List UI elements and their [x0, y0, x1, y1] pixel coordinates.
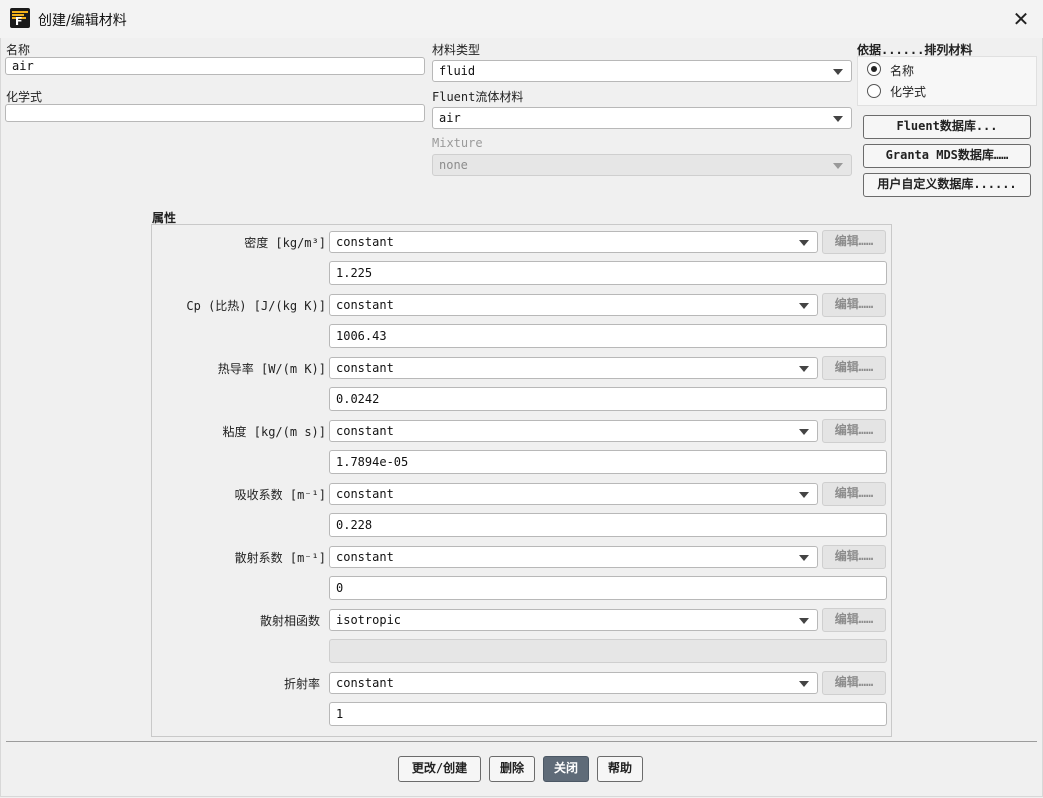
granta-database-button[interactable]: Granta MDS数据库…… [863, 144, 1031, 168]
chevron-down-icon [799, 429, 809, 435]
viscosity-method-select[interactable]: constant [329, 420, 818, 442]
sort-by-name-radio[interactable] [867, 62, 881, 76]
scattering-phase-function-edit-button: 编辑…… [822, 608, 886, 632]
density-method: constant [336, 235, 394, 249]
cp-edit-button: 编辑…… [822, 293, 886, 317]
mixture-label: Mixture [432, 136, 483, 150]
chevron-down-icon [799, 492, 809, 498]
delete-button[interactable]: 删除 [489, 756, 535, 782]
scattering-coefficient-label: 散射系数 [m⁻¹] [234, 551, 326, 565]
viscosity-edit-button: 编辑…… [822, 419, 886, 443]
absorption-coefficient-value-input[interactable]: 0.228 [329, 513, 887, 537]
refractive-index-value-input[interactable]: 1 [329, 702, 887, 726]
chevron-down-icon [799, 681, 809, 687]
mixture-select: none [432, 154, 852, 176]
density-label: 密度 [kg/m³] [244, 236, 326, 250]
chevron-down-icon [799, 303, 809, 309]
close-button[interactable]: 关闭 [543, 756, 589, 782]
material-type-label: 材料类型 [432, 43, 481, 57]
absorption-coefficient-method: constant [336, 487, 394, 501]
scattering-coefficient-value-input[interactable]: 0 [329, 576, 887, 600]
scattering-coefficient-method-select[interactable]: constant [329, 546, 818, 568]
sort-by-formula-radio[interactable] [867, 84, 881, 98]
refractive-index-method: constant [336, 676, 394, 690]
refractive-index-method-select[interactable]: constant [329, 672, 818, 694]
refractive-index-label: 折射率 [283, 677, 320, 691]
help-button[interactable]: 帮助 [597, 756, 643, 782]
chevron-down-icon [833, 69, 843, 75]
name-input[interactable]: air [5, 57, 425, 75]
fluent-app-icon: F [10, 8, 30, 28]
material-type-value: fluid [439, 64, 476, 78]
chevron-down-icon [799, 618, 809, 624]
viscosity-label: 粘度 [kg/(m s)] [222, 425, 326, 439]
name-label: 名称 [6, 43, 31, 57]
fluent-material-label: Fluent流体材料 [432, 90, 524, 104]
thermal-conductivity-edit-button: 编辑…… [822, 356, 886, 380]
radio-selected-dot [871, 66, 877, 72]
thermal-conductivity-method-select[interactable]: constant [329, 357, 818, 379]
cp-value-input[interactable]: 1006.43 [329, 324, 887, 348]
mixture-value: none [439, 158, 468, 172]
fluent-material-select[interactable]: air [432, 107, 852, 129]
material-type-select[interactable]: fluid [432, 60, 852, 82]
scattering-coefficient-edit-button: 编辑…… [822, 545, 886, 569]
formula-input[interactable] [5, 104, 425, 122]
window-title: 创建/编辑材料 [38, 13, 127, 29]
scattering-coefficient-method: constant [336, 550, 394, 564]
close-icon[interactable]: ✕ [1008, 6, 1034, 32]
thermal-conductivity-label: 热导率 [W/(m K)] [217, 362, 326, 376]
viscosity-method: constant [336, 424, 394, 438]
absorption-coefficient-edit-button: 编辑…… [822, 482, 886, 506]
scattering-phase-function-value-input [329, 639, 887, 663]
fluent-database-button[interactable]: Fluent数据库... [863, 115, 1031, 139]
scattering-phase-function-method: isotropic [336, 613, 402, 627]
chevron-down-icon [799, 240, 809, 246]
density-method-select[interactable]: constant [329, 231, 818, 253]
chevron-down-icon [799, 366, 809, 372]
scattering-phase-function-select[interactable]: isotropic [329, 609, 818, 631]
fluent-material-value: air [439, 111, 461, 125]
scattering-phase-function-label: 散射相函数 [259, 614, 320, 628]
change-create-button[interactable]: 更改/创建 [398, 756, 481, 782]
cp-method: constant [336, 298, 394, 312]
refractive-index-edit-button: 编辑…… [822, 671, 886, 695]
cp-label: Cp (比热) [J/(kg K)] [186, 299, 326, 313]
density-edit-button: 编辑…… [822, 230, 886, 254]
formula-label: 化学式 [6, 90, 43, 104]
thermal-conductivity-value-input[interactable]: 0.0242 [329, 387, 887, 411]
sort-by-formula-label[interactable]: 化学式 [890, 83, 926, 100]
sort-options-box [857, 56, 1037, 106]
viscosity-value-input[interactable]: 1.7894e-05 [329, 450, 887, 474]
chevron-down-icon [799, 555, 809, 561]
cp-method-select[interactable]: constant [329, 294, 818, 316]
absorption-coefficient-method-select[interactable]: constant [329, 483, 818, 505]
density-value-input[interactable]: 1.225 [329, 261, 887, 285]
sort-by-name-label[interactable]: 名称 [890, 62, 914, 79]
footer-divider [6, 741, 1037, 742]
user-database-button[interactable]: 用户自定义数据库...... [863, 173, 1031, 197]
thermal-conductivity-method: constant [336, 361, 394, 375]
absorption-coefficient-label: 吸收系数 [m⁻¹] [234, 488, 326, 502]
title-bar: F 创建/编辑材料 ✕ [0, 0, 1043, 38]
chevron-down-icon [833, 116, 843, 122]
chevron-down-icon [833, 163, 843, 169]
